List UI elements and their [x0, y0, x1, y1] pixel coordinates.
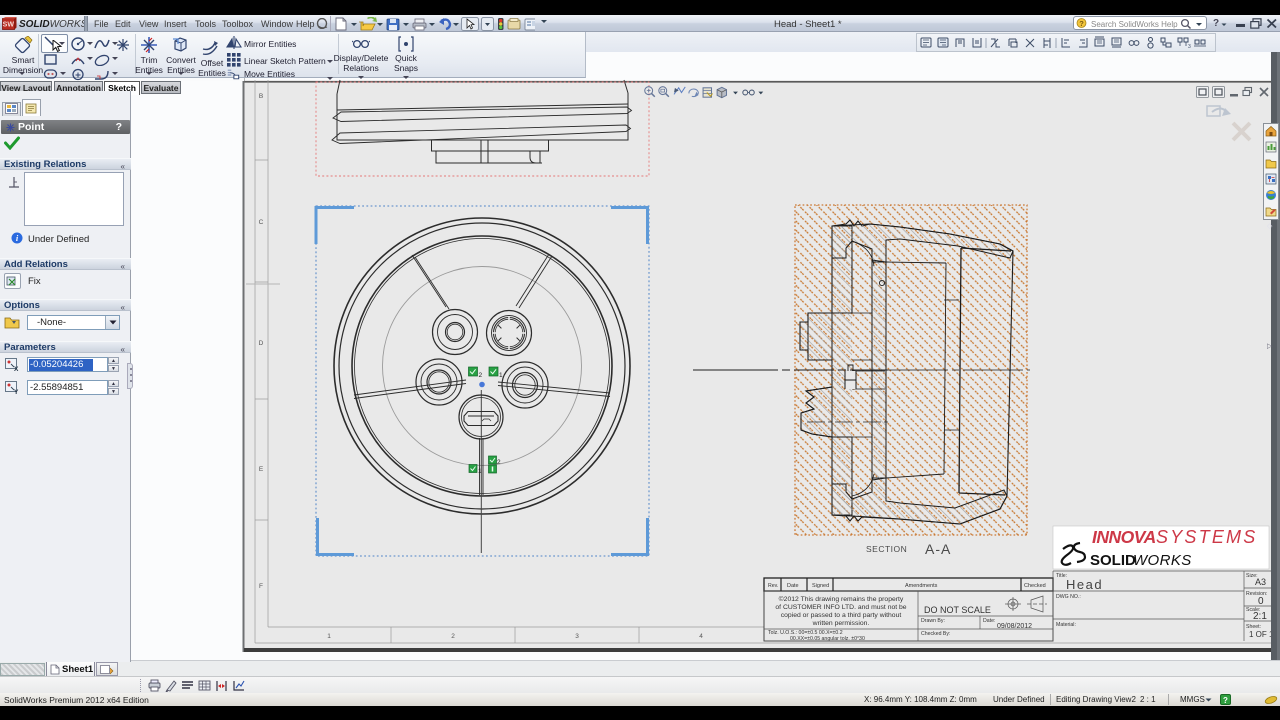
svg-text:A3: A3: [1255, 577, 1266, 587]
svg-text:Signed: Signed: [812, 583, 829, 589]
svg-text:WORKS: WORKS: [1133, 552, 1192, 569]
svg-text:00.XX=±0.05 angular tolz. ±: 00.XX=±0.05 angular tolz. ±0°30: [790, 636, 865, 642]
svg-text:SYSTEMS: SYSTEMS: [1156, 527, 1257, 547]
svg-text:©2012 This drawing remains t: ©2012 This drawing remains the property: [779, 595, 904, 603]
svg-text:Material:: Material:: [1056, 622, 1076, 628]
svg-text:SECTION: SECTION: [866, 544, 907, 554]
svg-text:Head: Head: [1066, 577, 1103, 592]
svg-text:3: 3: [575, 633, 579, 640]
svg-text:A-A: A-A: [925, 541, 951, 557]
svg-text:Revision:: Revision:: [1246, 591, 1267, 597]
svg-text:Y: Y: [14, 389, 19, 395]
svg-text:Amendments: Amendments: [905, 583, 938, 589]
svg-text:1: 1: [499, 372, 503, 379]
svg-text:D: D: [259, 340, 264, 347]
svg-text:09/08/2012: 09/08/2012: [997, 623, 1032, 630]
svg-text:E: E: [259, 466, 264, 473]
svg-text:2: 2: [479, 372, 483, 379]
svg-text:Date: Date: [787, 583, 799, 589]
svg-text:SOLID: SOLID: [1090, 552, 1136, 569]
svg-text:?: ?: [1079, 19, 1084, 28]
svg-text:4: 4: [699, 633, 703, 640]
svg-text:1: 1: [327, 633, 331, 640]
svg-text:written permission.: written permission.: [812, 620, 870, 627]
svg-text:Rev.: Rev.: [768, 583, 778, 589]
svg-text:F: F: [259, 583, 263, 590]
svg-text:1 OF 1: 1 OF 1: [1249, 630, 1274, 639]
svg-text:3: 3: [1188, 44, 1191, 50]
svg-text:0: 0: [1258, 596, 1264, 607]
svg-text:Checked By:: Checked By:: [921, 631, 950, 637]
svg-text:2:1: 2:1: [1253, 611, 1267, 622]
svg-text:DWG NO.:: DWG NO.:: [1056, 594, 1081, 600]
svg-text:DO NOT SCALE: DO NOT SCALE: [924, 605, 991, 615]
svg-text:2: 2: [451, 633, 455, 640]
svg-text:2: 2: [497, 459, 501, 466]
svg-text:of CUSTOMER INFO LTD. and m: of CUSTOMER INFO LTD. and must not be: [775, 604, 906, 611]
svg-text:INNOVA: INNOVA: [1092, 527, 1156, 547]
svg-text:1: 1: [478, 468, 482, 475]
svg-text:C: C: [259, 219, 264, 226]
svg-text:B: B: [259, 93, 263, 100]
svg-text:SW: SW: [3, 22, 15, 29]
svg-text:X: X: [14, 366, 19, 372]
svg-text:Date:: Date:: [983, 618, 995, 624]
svg-text:Drawn By:: Drawn By:: [921, 618, 945, 624]
svg-text:Checked: Checked: [1024, 583, 1046, 589]
svg-text:copied or passed to a third p: copied or passed to a third party withou…: [781, 612, 902, 619]
